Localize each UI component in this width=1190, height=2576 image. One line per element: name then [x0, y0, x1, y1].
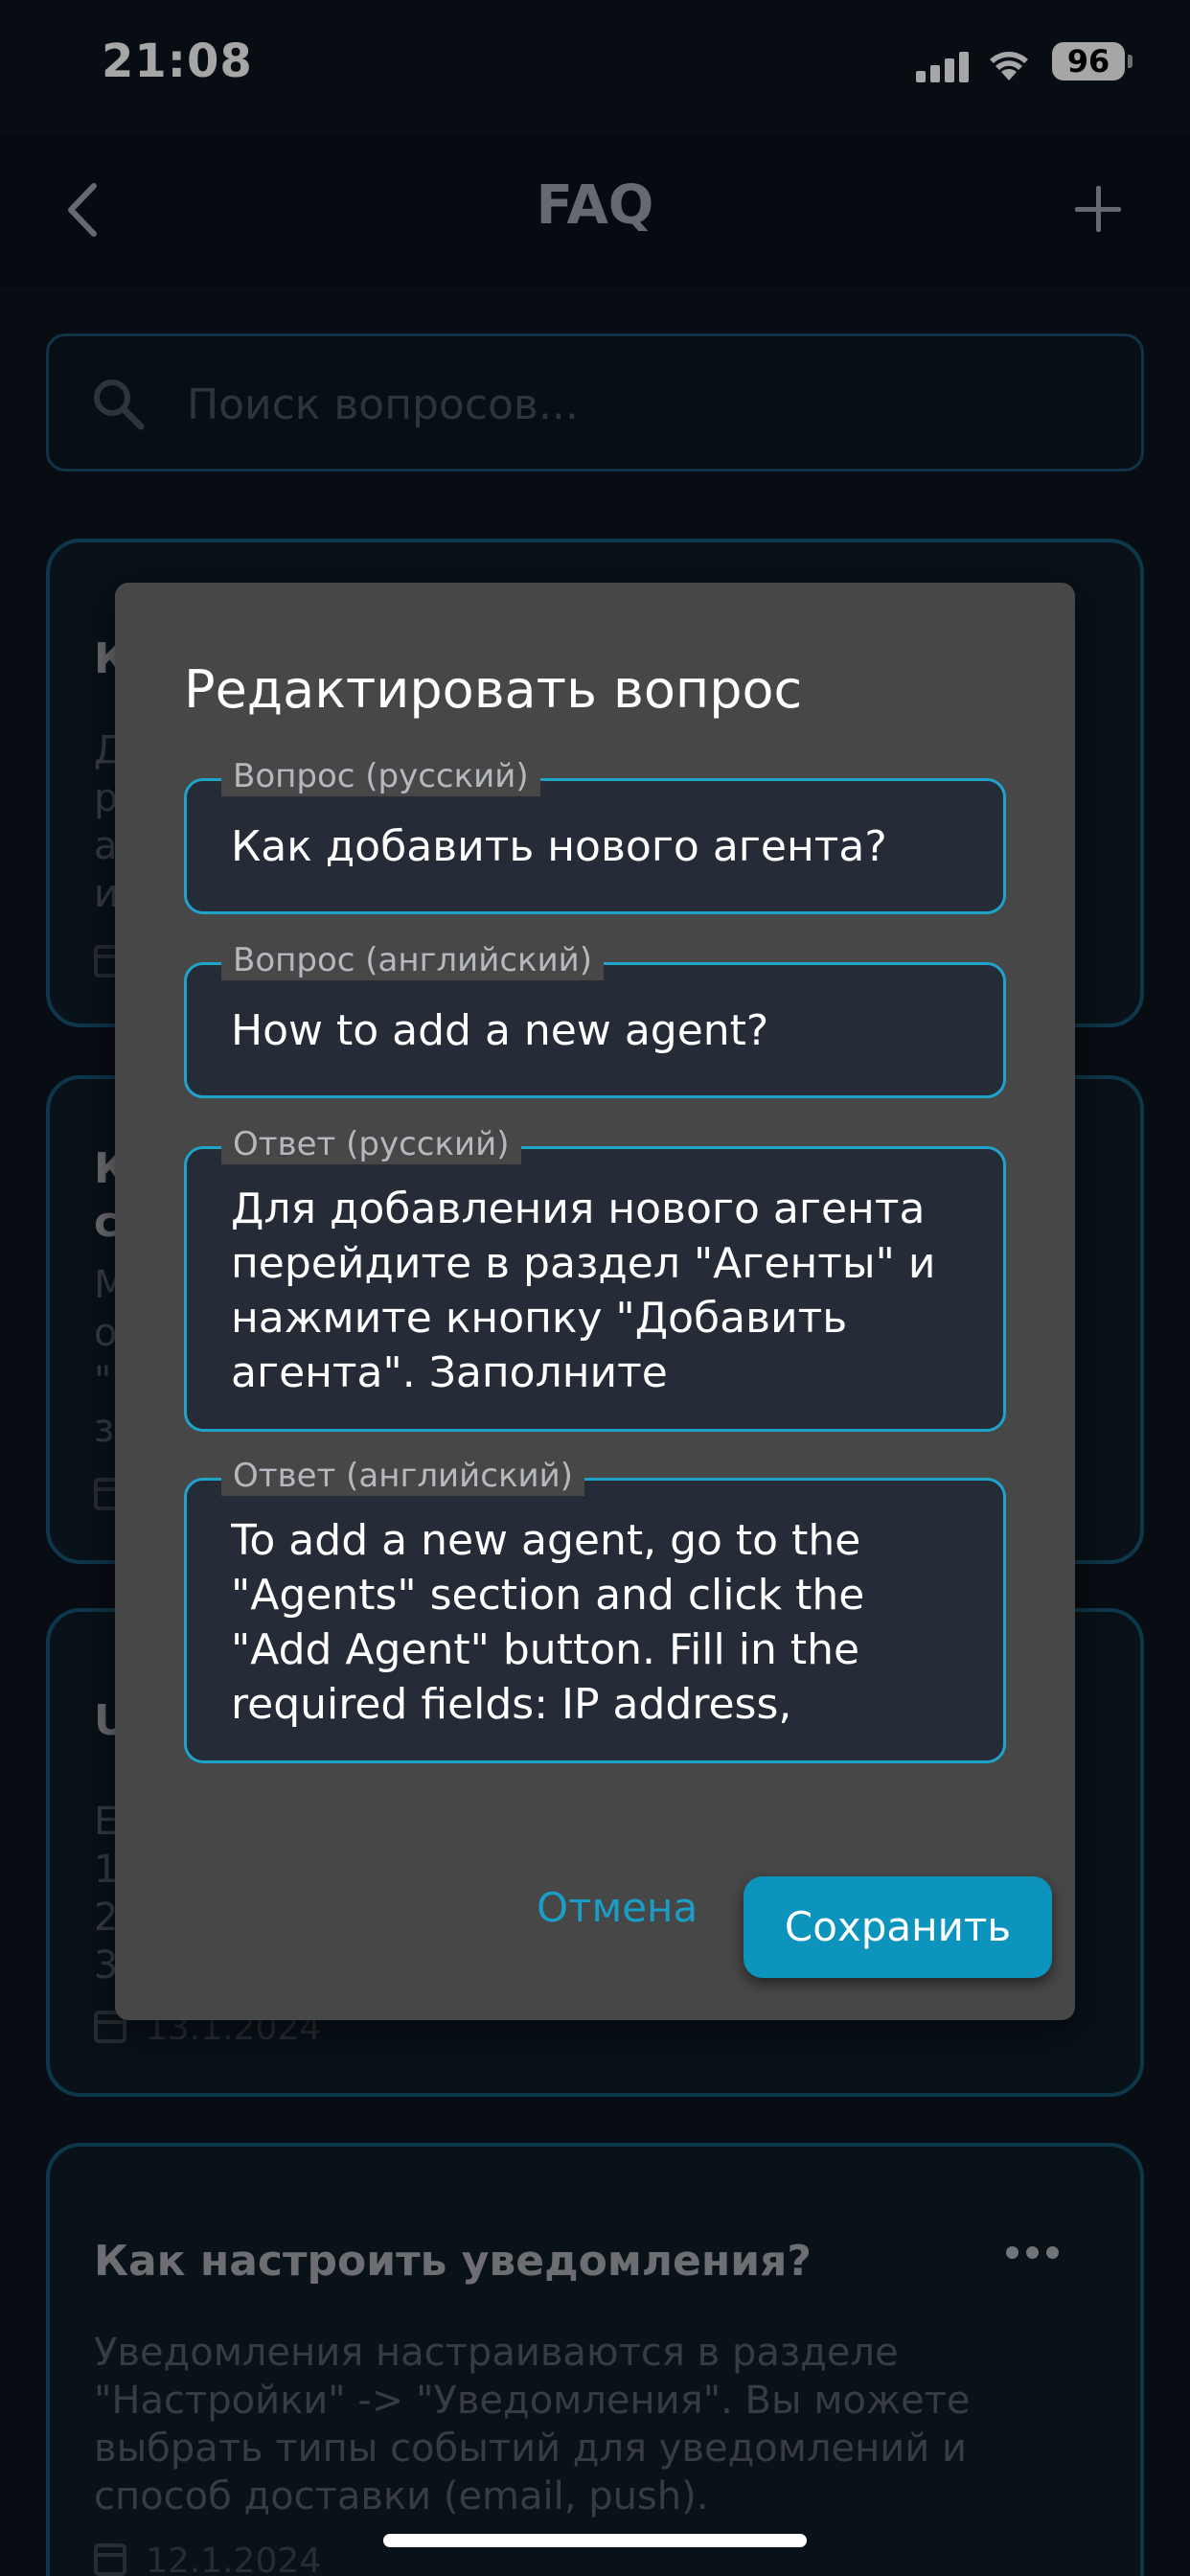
field-value: To add a new agent, go to the "Agents" s… [231, 1516, 865, 1729]
field-label: Ответ (английский) [221, 1456, 584, 1496]
answer-en-field[interactable]: Ответ (английский) To add a new agent, g… [184, 1456, 1006, 1763]
answer-ru-field[interactable]: Ответ (русский) Для добавления нового аг… [184, 1124, 1006, 1432]
cancel-button[interactable]: Отмена [537, 1884, 698, 1931]
field-value: Для добавления нового агента перейдите в… [231, 1184, 936, 1397]
home-indicator[interactable] [383, 2534, 807, 2547]
field-label: Вопрос (русский) [221, 756, 540, 796]
question-ru-field[interactable]: Вопрос (русский) Как добавить нового аге… [184, 756, 1006, 914]
field-label: Ответ (русский) [221, 1124, 521, 1164]
field-label: Вопрос (английский) [221, 940, 605, 980]
field-value: Как добавить нового агента? [231, 822, 887, 871]
question-en-field[interactable]: Вопрос (английский) How to add a new age… [184, 940, 1006, 1098]
edit-question-dialog: Редактировать вопрос Вопрос (русский) Ка… [115, 583, 1075, 2020]
dialog-title: Редактировать вопрос [184, 659, 803, 720]
save-button[interactable]: Сохранить [744, 1876, 1052, 1978]
field-value: How to add a new agent? [231, 1006, 769, 1055]
